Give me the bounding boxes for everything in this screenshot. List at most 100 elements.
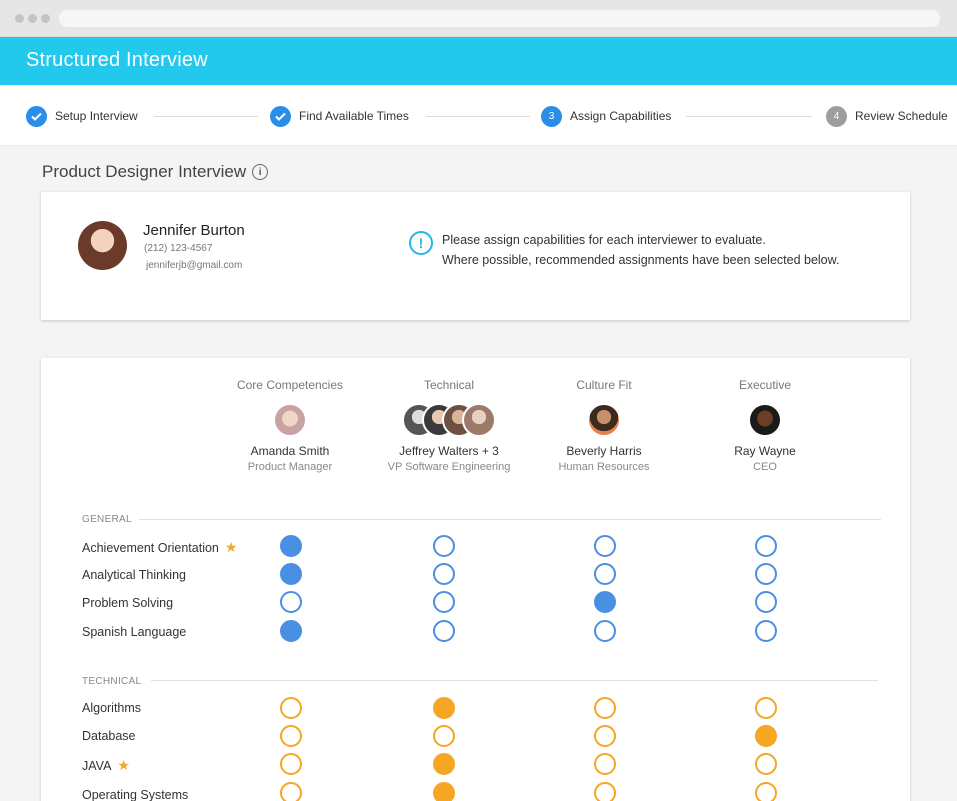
capability-radio[interactable]	[594, 782, 616, 801]
checkmark-icon	[270, 105, 291, 127]
capability-radio[interactable]	[433, 535, 455, 557]
column-title: Core Competencies	[236, 378, 344, 392]
star-icon: ★	[224, 539, 238, 555]
app-header: Structured Interview	[0, 37, 957, 85]
exclamation-icon: !	[409, 231, 433, 255]
capability-name: Database	[82, 729, 136, 743]
capability-name: Operating Systems	[82, 788, 189, 801]
capability-radio[interactable]	[280, 620, 302, 642]
interviewer-role: CEO	[753, 461, 777, 473]
capability-label: Achievement Orientation ★	[82, 539, 237, 556]
capability-label: Algorithms	[82, 701, 141, 715]
capability-radio[interactable]	[594, 563, 616, 585]
capability-radio[interactable]	[755, 620, 777, 642]
window-dot-minimize[interactable]	[28, 14, 37, 23]
capability-radio[interactable]	[433, 591, 455, 613]
avatar-group[interactable]	[359, 403, 539, 437]
capability-radio[interactable]	[433, 563, 455, 585]
capability-radio[interactable]	[594, 535, 616, 557]
step-connector	[426, 116, 530, 117]
section-label-technical: TECHNICAL	[82, 676, 142, 687]
capability-radio[interactable]	[594, 697, 616, 719]
capability-radio[interactable]	[280, 697, 302, 719]
capability-radio[interactable]	[594, 725, 616, 747]
capability-radio[interactable]	[755, 591, 777, 613]
capability-radio[interactable]	[280, 753, 302, 775]
window-dot-maximize[interactable]	[41, 14, 50, 23]
step-label: Review Schedule	[855, 109, 948, 123]
capability-label: Spanish Language	[82, 625, 186, 639]
step-setup-interview[interactable]: Setup Interview	[26, 105, 138, 127]
step-review-schedule[interactable]: 4 Review Schedule	[826, 105, 948, 127]
checkmark-icon	[26, 105, 47, 127]
capability-radio[interactable]	[755, 563, 777, 585]
step-label: Find Available Times	[299, 109, 409, 123]
candidate-name: Jennifer Burton	[143, 222, 245, 239]
capability-radio[interactable]	[433, 782, 455, 801]
capability-radio[interactable]	[280, 563, 302, 585]
capability-radio[interactable]	[433, 697, 455, 719]
capability-radio[interactable]	[433, 620, 455, 642]
candidate-phone: (212) 123-4567	[144, 243, 213, 254]
interviewer-role: Human Resources	[558, 461, 650, 473]
capability-name: Problem Solving	[82, 596, 174, 610]
column-core-competencies: Core Competencies Amanda Smith Product M…	[200, 378, 380, 473]
capability-radio[interactable]	[594, 591, 616, 613]
interviewer-name: Beverly Harris	[566, 444, 642, 458]
interviewer-name: Amanda Smith	[250, 444, 330, 458]
page-title: Product Designer Interview i	[42, 162, 269, 182]
capability-label: Operating Systems	[82, 788, 188, 801]
capability-name: Analytical Thinking	[82, 568, 186, 582]
capability-name: JAVA	[82, 758, 112, 773]
capability-radio[interactable]	[755, 725, 777, 747]
interviewer-name: Ray Wayne	[734, 444, 796, 458]
app-title: Structured Interview	[26, 49, 208, 71]
capability-label: Problem Solving	[82, 596, 173, 610]
address-bar[interactable]	[59, 10, 940, 27]
interviewer-role: Product Manager	[247, 461, 333, 473]
capability-label: Analytical Thinking	[82, 568, 186, 582]
capability-radio[interactable]	[755, 697, 777, 719]
capability-radio[interactable]	[280, 782, 302, 801]
step-find-available-times[interactable]: Find Available Times	[270, 105, 409, 127]
candidate-email: jenniferjb@gmail.com	[146, 260, 243, 271]
section-divider	[139, 519, 881, 520]
page-title-text: Product Designer Interview	[42, 162, 247, 181]
info-icon[interactable]: i	[252, 164, 269, 180]
column-executive: Executive Ray Wayne CEO	[675, 378, 855, 473]
window-dot-close[interactable]	[15, 14, 24, 23]
capability-name: Algorithms	[82, 701, 142, 715]
column-title: Technical	[423, 378, 475, 392]
avatar	[273, 403, 307, 437]
interviewer-name: Jeffrey Walters + 3	[399, 444, 499, 458]
capability-radio[interactable]	[594, 620, 616, 642]
capability-radio[interactable]	[433, 725, 455, 747]
notice-line-2: Where possible, recommended assignments …	[442, 253, 840, 267]
capability-radio[interactable]	[755, 535, 777, 557]
step-number: 3	[541, 105, 562, 127]
candidate-avatar	[78, 221, 127, 270]
capability-label: Database	[82, 729, 136, 743]
step-label: Setup Interview	[55, 109, 138, 123]
capability-radio[interactable]	[594, 753, 616, 775]
column-technical: Technical Jeffrey Walters + 3 VP Softwar…	[359, 378, 539, 473]
notice-line-1: Please assign capabilities for each inte…	[442, 233, 766, 247]
capability-radio[interactable]	[280, 535, 302, 557]
capability-radio[interactable]	[433, 753, 455, 775]
step-assign-capabilities[interactable]: 3 Assign Capabilities	[541, 105, 671, 127]
capability-radio[interactable]	[280, 591, 302, 613]
column-title: Executive	[738, 378, 792, 392]
step-label: Assign Capabilities	[570, 109, 672, 123]
interviewer-role: VP Software Engineering	[387, 461, 511, 473]
candidate-card: Jennifer Burton (212) 123-4567 jenniferj…	[41, 192, 910, 320]
capability-radio[interactable]	[755, 753, 777, 775]
step-number: 4	[826, 105, 847, 127]
column-culture-fit: Culture Fit Beverly Harris Human Resourc…	[514, 378, 694, 473]
step-connector	[154, 116, 258, 117]
capability-radio[interactable]	[755, 782, 777, 801]
capability-name: Achievement Orientation	[82, 540, 219, 555]
capability-name: Spanish Language	[82, 625, 187, 639]
capabilities-card: Core Competencies Amanda Smith Product M…	[41, 358, 910, 801]
capability-label: JAVA ★	[82, 757, 130, 774]
capability-radio[interactable]	[280, 725, 302, 747]
